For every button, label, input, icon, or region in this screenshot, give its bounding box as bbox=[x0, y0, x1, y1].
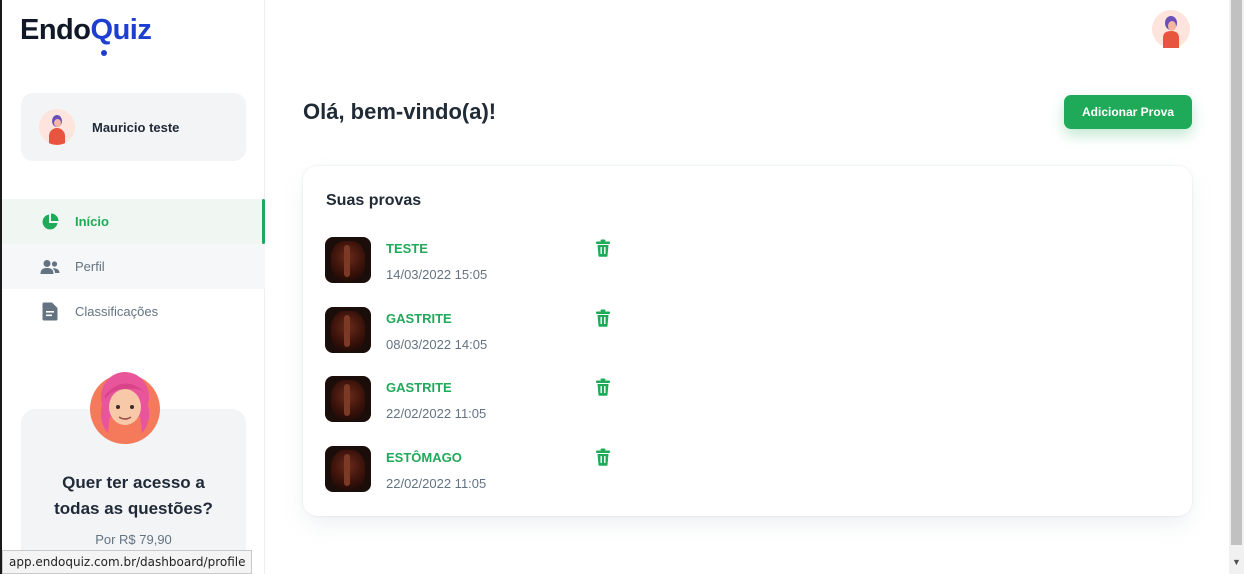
card-title: Suas provas bbox=[326, 192, 422, 209]
exam-thumbnail bbox=[325, 446, 371, 492]
sidebar-nav: Início Perfil Classificações bbox=[2, 199, 265, 334]
add-exam-button[interactable]: Adicionar Prova bbox=[1064, 95, 1192, 129]
exam-thumbnail bbox=[325, 307, 371, 353]
sidebar-item-label: Classificações bbox=[75, 304, 159, 319]
logo-text-endo: Endo bbox=[20, 14, 91, 46]
promo-title: Quer ter acesso a todas as questões? bbox=[54, 473, 213, 518]
exam-date: 08/03/2022 14:05 bbox=[386, 337, 488, 352]
scrollbar-thumb[interactable] bbox=[1231, 0, 1242, 545]
promo-price: Por R$ 79,90 bbox=[95, 532, 172, 547]
exam-date: 22/02/2022 11:05 bbox=[386, 406, 487, 421]
trash-icon[interactable] bbox=[595, 239, 611, 257]
exam-row[interactable]: TESTE 14/03/2022 15:05 bbox=[325, 237, 625, 285]
page-greeting: Olá, bem-vindo(a)! bbox=[303, 99, 497, 124]
trash-icon[interactable] bbox=[595, 309, 611, 327]
exam-row[interactable]: GASTRITE 22/02/2022 11:05 bbox=[325, 376, 625, 424]
exam-row[interactable]: ESTÔMAGO 22/02/2022 11:05 bbox=[325, 446, 625, 494]
user-card[interactable]: Mauricio teste bbox=[21, 93, 246, 161]
sidebar-item-perfil[interactable]: Perfil bbox=[2, 244, 265, 289]
exam-thumbnail bbox=[325, 376, 371, 422]
promo-illustration bbox=[88, 367, 162, 445]
exam-row[interactable]: GASTRITE 08/03/2022 14:05 bbox=[325, 307, 625, 355]
user-name: Mauricio teste bbox=[92, 119, 180, 135]
users-icon bbox=[40, 257, 60, 277]
exam-thumbnail bbox=[325, 237, 371, 283]
status-bar-url: app.endoquiz.com.br/dashboard/profile bbox=[2, 550, 253, 574]
exam-date: 14/03/2022 15:05 bbox=[386, 267, 488, 282]
scroll-down-arrow-icon[interactable]: ▼ bbox=[1232, 557, 1241, 567]
logo-text-quiz: uiz bbox=[112, 14, 152, 46]
page-scrollbar[interactable]: ▼ bbox=[1229, 0, 1244, 574]
exam-name[interactable]: TESTE bbox=[386, 241, 428, 256]
user-avatar bbox=[39, 109, 75, 145]
exam-name[interactable]: GASTRITE bbox=[386, 311, 452, 326]
trash-icon[interactable] bbox=[595, 448, 611, 466]
document-icon bbox=[40, 302, 60, 322]
exam-name[interactable]: GASTRITE bbox=[386, 380, 452, 395]
logo-q-mark: Q bbox=[91, 14, 113, 56]
account-avatar[interactable] bbox=[1152, 10, 1190, 48]
exam-date: 22/02/2022 11:05 bbox=[386, 476, 487, 491]
sidebar: EndoQ uiz Mauricio teste Início Perfil Cl… bbox=[2, 0, 265, 574]
trash-icon[interactable] bbox=[595, 378, 611, 396]
exams-card: Suas provas TESTE 14/03/2022 15:05 GASTR… bbox=[303, 166, 1192, 516]
sidebar-item-label: Perfil bbox=[75, 259, 105, 274]
sidebar-item-label: Início bbox=[75, 214, 109, 229]
sidebar-item-classificacoes[interactable]: Classificações bbox=[2, 289, 265, 334]
sidebar-item-inicio[interactable]: Início bbox=[2, 199, 265, 244]
endoquiz-logo[interactable]: EndoQ uiz bbox=[20, 14, 152, 56]
exam-name[interactable]: ESTÔMAGO bbox=[386, 450, 462, 465]
pie-chart-icon bbox=[40, 212, 60, 232]
